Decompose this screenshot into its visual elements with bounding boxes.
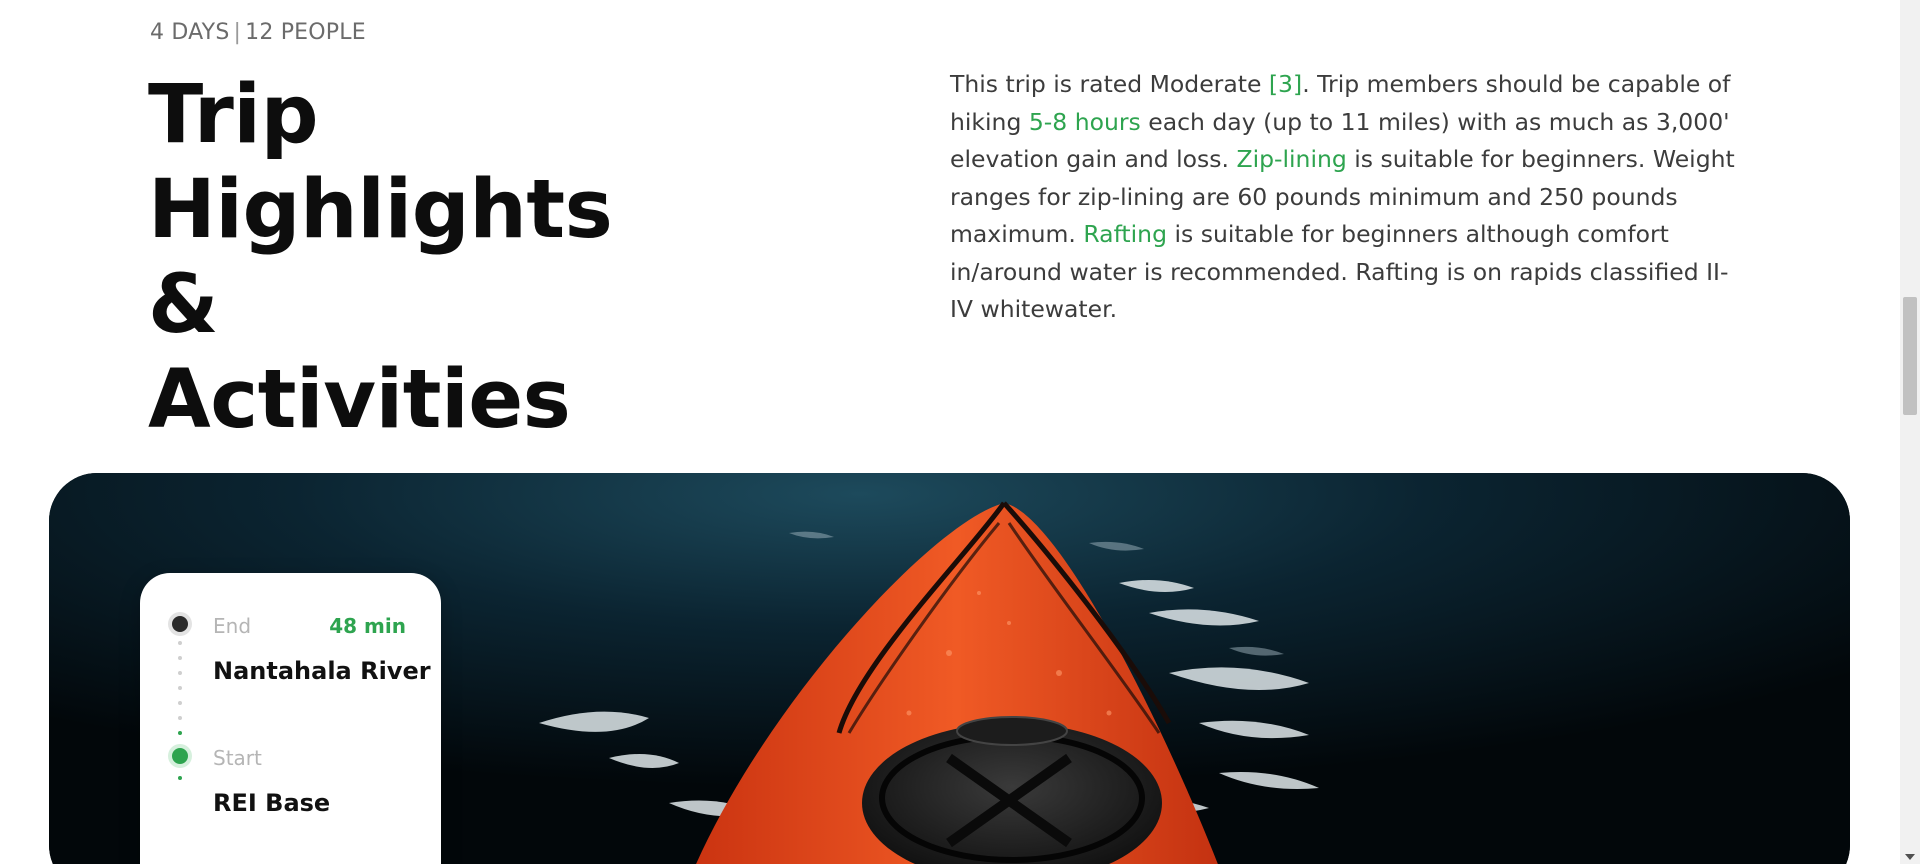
route-duration: 48 min xyxy=(329,614,406,638)
ziplining-link[interactable]: Zip-lining xyxy=(1236,145,1346,173)
scrollbar-thumb[interactable] xyxy=(1903,297,1917,415)
scroll-down-arrow-icon[interactable] xyxy=(1905,854,1915,860)
desc-text-1: This trip is rated Moderate xyxy=(950,70,1269,98)
trail-dot xyxy=(178,671,182,675)
trip-meta: 4 DAYS | 12 PEOPLE xyxy=(150,20,366,45)
trail-dot xyxy=(178,716,182,720)
title-line-3: Activities xyxy=(148,353,571,447)
trail-dot xyxy=(178,656,182,660)
title-line-1: Trip xyxy=(148,68,319,162)
trip-people: 12 PEOPLE xyxy=(245,20,366,45)
rating-link[interactable]: [3] xyxy=(1269,70,1302,98)
trip-days: 4 DAYS xyxy=(150,20,230,45)
start-marker-icon xyxy=(172,748,188,764)
start-place: REI Base xyxy=(213,789,331,817)
rafting-link[interactable]: Rafting xyxy=(1083,220,1167,248)
trail-dot xyxy=(178,641,182,645)
trail-dot xyxy=(178,701,182,705)
hours-link[interactable]: 5-8 hours xyxy=(1029,108,1141,136)
route-trail xyxy=(178,641,182,791)
vertical-scrollbar[interactable] xyxy=(1900,0,1920,864)
trail-dot xyxy=(178,686,182,690)
route-card: End 48 min Nantahala River Start REI Bas… xyxy=(140,573,441,864)
title-line-2: Highlights & xyxy=(148,163,613,352)
trip-description: This trip is rated Moderate [3]. Trip me… xyxy=(950,66,1750,329)
end-label: End xyxy=(213,614,252,638)
trail-dot xyxy=(178,731,182,735)
page: 4 DAYS | 12 PEOPLE Trip Highlights & Activ… xyxy=(0,0,1920,864)
meta-separator: | xyxy=(233,20,242,45)
end-place: Nantahala River xyxy=(213,657,431,685)
start-label: Start xyxy=(213,746,262,770)
page-title: Trip Highlights & Activities xyxy=(148,68,708,448)
trail-dot xyxy=(178,776,182,780)
end-marker-icon xyxy=(172,616,188,632)
